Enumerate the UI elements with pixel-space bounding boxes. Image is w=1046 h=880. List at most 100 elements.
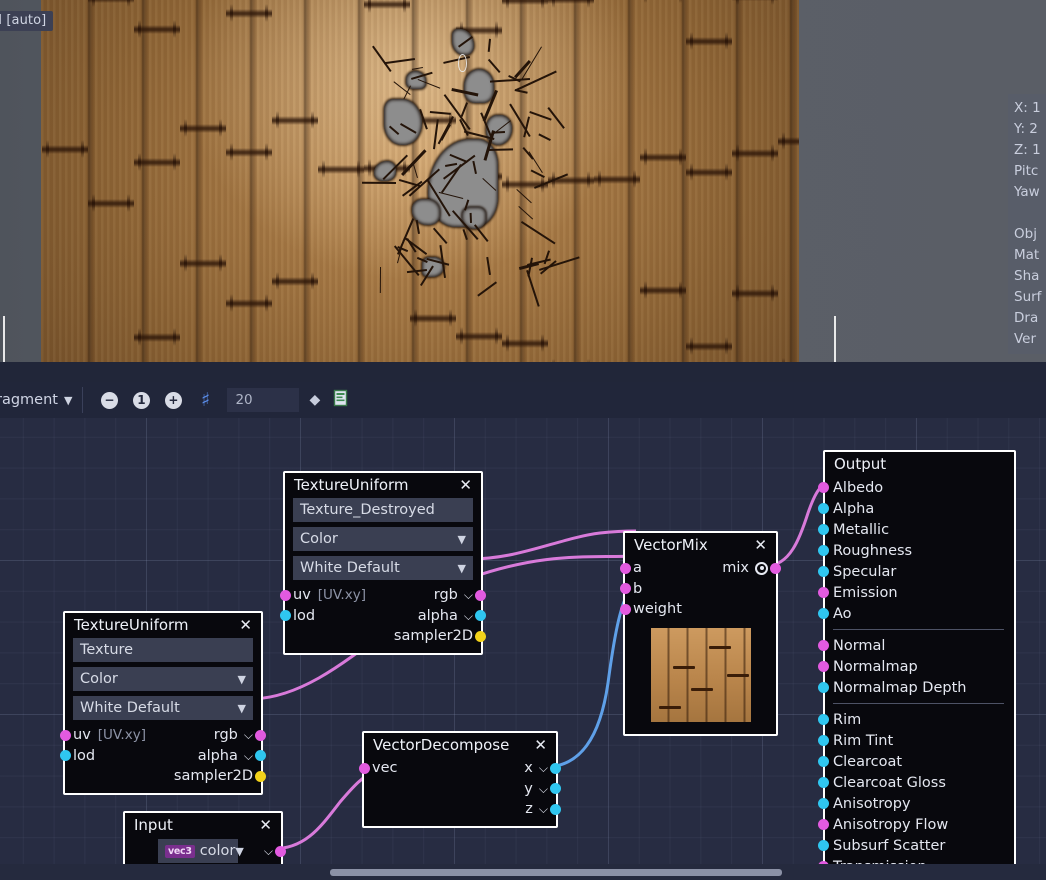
output-port-sampler2d[interactable] (255, 771, 266, 782)
input-uv-hint: [UV.xy] (98, 727, 146, 743)
port-label-emission: Emission (833, 585, 898, 601)
input-port-albedo[interactable] (818, 482, 829, 493)
eye-icon[interactable] (755, 562, 768, 575)
output-port-sampler2d[interactable] (475, 631, 486, 642)
plank-seam (180, 124, 226, 133)
shader-file-icon[interactable] (332, 389, 350, 411)
node-vector-mix[interactable]: VectorMix ✕ a mix (623, 531, 778, 736)
uniform-name-field[interactable]: Texture (73, 638, 253, 662)
close-icon[interactable]: ✕ (258, 818, 273, 833)
crack-line (469, 212, 471, 222)
updown-spinner-icon[interactable]: ◆ (309, 395, 320, 405)
zoom-in-button[interactable]: + (162, 389, 184, 411)
texture-default-value: White Default (300, 560, 400, 576)
uniform-name-field[interactable]: Texture_Destroyed (293, 498, 473, 522)
input-port-b[interactable] (620, 583, 631, 594)
viewport-right-handle[interactable] (834, 316, 836, 362)
chevron-down-icon[interactable]: ⌵ (244, 729, 253, 741)
texture-default-dropdown[interactable]: White Default ▼ (293, 556, 473, 580)
crack-line (548, 107, 565, 128)
input-source-dropdown[interactable]: vec3 color ▼ (158, 839, 238, 863)
input-port-emission[interactable] (818, 587, 829, 598)
port-label-clearcoat: Clearcoat (833, 754, 902, 770)
output-port-x[interactable] (550, 763, 561, 774)
snap-size-input[interactable]: 20 (227, 388, 299, 412)
input-port-specular[interactable] (818, 566, 829, 577)
input-port-subsurf-scatter[interactable] (818, 840, 829, 851)
snap-grid-icon[interactable]: ♯ (194, 389, 216, 411)
viewport-left-handle[interactable] (3, 316, 5, 362)
input-port-alpha[interactable] (818, 503, 829, 514)
input-port-metallic[interactable] (818, 524, 829, 535)
chevron-down-icon[interactable]: ⌵ (264, 845, 273, 857)
output-port-rgb[interactable] (475, 590, 486, 601)
close-icon[interactable]: ✕ (533, 738, 548, 753)
plank-seam (88, 0, 134, 3)
horizontal-scrollbar[interactable] (0, 864, 1046, 880)
node-title-bar[interactable]: Input ✕ (125, 813, 281, 838)
input-port-normalmap-depth[interactable] (818, 682, 829, 693)
chevron-down-icon[interactable]: ⌵ (244, 750, 253, 762)
node-texture-uniform[interactable]: TextureUniform ✕ Texture Color ▼ White D… (63, 611, 263, 795)
chevron-down-icon[interactable]: ⌵ (539, 762, 548, 774)
crack-line (438, 192, 463, 199)
vec3-type-icon: vec3 (165, 845, 195, 858)
close-icon[interactable]: ✕ (458, 478, 473, 493)
node-graph-canvas[interactable]: TextureUniform ✕ Texture_Destroyed Color… (0, 418, 1046, 880)
plank-seam (686, 168, 732, 177)
input-port-clearcoat[interactable] (818, 756, 829, 767)
input-port-vec[interactable] (359, 763, 370, 774)
chevron-down-icon: ▼ (238, 702, 246, 715)
input-port-normal[interactable] (818, 640, 829, 651)
node-texture-uniform-destroyed[interactable]: TextureUniform ✕ Texture_Destroyed Color… (283, 471, 483, 655)
node-title-bar[interactable]: VectorMix ✕ (625, 533, 776, 558)
input-port-rim-tint[interactable] (818, 735, 829, 746)
plank-seam (88, 199, 134, 208)
chevron-down-icon: ▼ (238, 673, 246, 686)
chevron-down-icon[interactable]: ⌵ (464, 589, 473, 601)
input-port-a[interactable] (620, 563, 631, 574)
chevron-down-icon: ▼ (64, 394, 72, 407)
output-port-rgb[interactable] (255, 730, 266, 741)
zoom-reset-button[interactable]: 1 (130, 389, 152, 411)
close-icon[interactable]: ✕ (753, 538, 768, 553)
input-port-anisotropy-flow[interactable] (818, 819, 829, 830)
node-title-bar[interactable]: Output (825, 452, 1014, 477)
input-port-normalmap[interactable] (818, 661, 829, 672)
input-port-rim[interactable] (818, 714, 829, 725)
texture-type-dropdown[interactable]: Color ▼ (73, 667, 253, 691)
close-icon[interactable]: ✕ (238, 618, 253, 633)
chevron-down-icon[interactable]: ⌵ (539, 783, 548, 795)
input-port-ao[interactable] (818, 608, 829, 619)
node-input[interactable]: Input ✕ vec3 color ▼ ⌵ (123, 811, 283, 872)
texture-default-dropdown[interactable]: White Default ▼ (73, 696, 253, 720)
input-port-clearcoat-gloss[interactable] (818, 777, 829, 788)
input-port-uv[interactable] (60, 730, 71, 741)
crack-line (380, 267, 382, 293)
node-title-bar[interactable]: TextureUniform ✕ (285, 473, 481, 498)
input-port-anisotropy[interactable] (818, 798, 829, 809)
zoom-out-button[interactable]: − (98, 389, 120, 411)
input-port-lod[interactable] (60, 750, 71, 761)
light-gizmo-icon[interactable] (458, 54, 467, 72)
input-port-roughness[interactable] (818, 545, 829, 556)
3d-viewport[interactable]: nal [auto] X: 1 Y: 2 Z: 1 Pitc Yaw Obj M… (0, 0, 1046, 362)
scrollbar-thumb[interactable] (330, 869, 782, 876)
info-line: Pitc (1014, 161, 1046, 182)
input-vec-label: vec (372, 760, 397, 776)
node-title-bar[interactable]: VectorDecompose ✕ (364, 733, 556, 758)
output-port-input[interactable] (275, 846, 286, 857)
output-port-mix[interactable] (770, 563, 781, 574)
node-body: a mix b (625, 558, 776, 734)
shader-stage-dropdown[interactable]: ragment ▼ (0, 392, 72, 408)
node-vector-decompose[interactable]: VectorDecompose ✕ vec x ⌵ (362, 731, 558, 828)
node-title-bar[interactable]: TextureUniform ✕ (65, 613, 261, 638)
input-port-weight[interactable] (620, 604, 631, 615)
texture-type-dropdown[interactable]: Color ▼ (293, 527, 473, 551)
chevron-down-icon[interactable]: ⌵ (539, 803, 548, 815)
chevron-down-icon[interactable]: ⌵ (464, 610, 473, 622)
output-port-z[interactable] (550, 804, 561, 815)
input-port-uv[interactable] (280, 590, 291, 601)
node-output[interactable]: Output Albedo Alpha (823, 450, 1016, 880)
input-port-lod[interactable] (280, 610, 291, 621)
